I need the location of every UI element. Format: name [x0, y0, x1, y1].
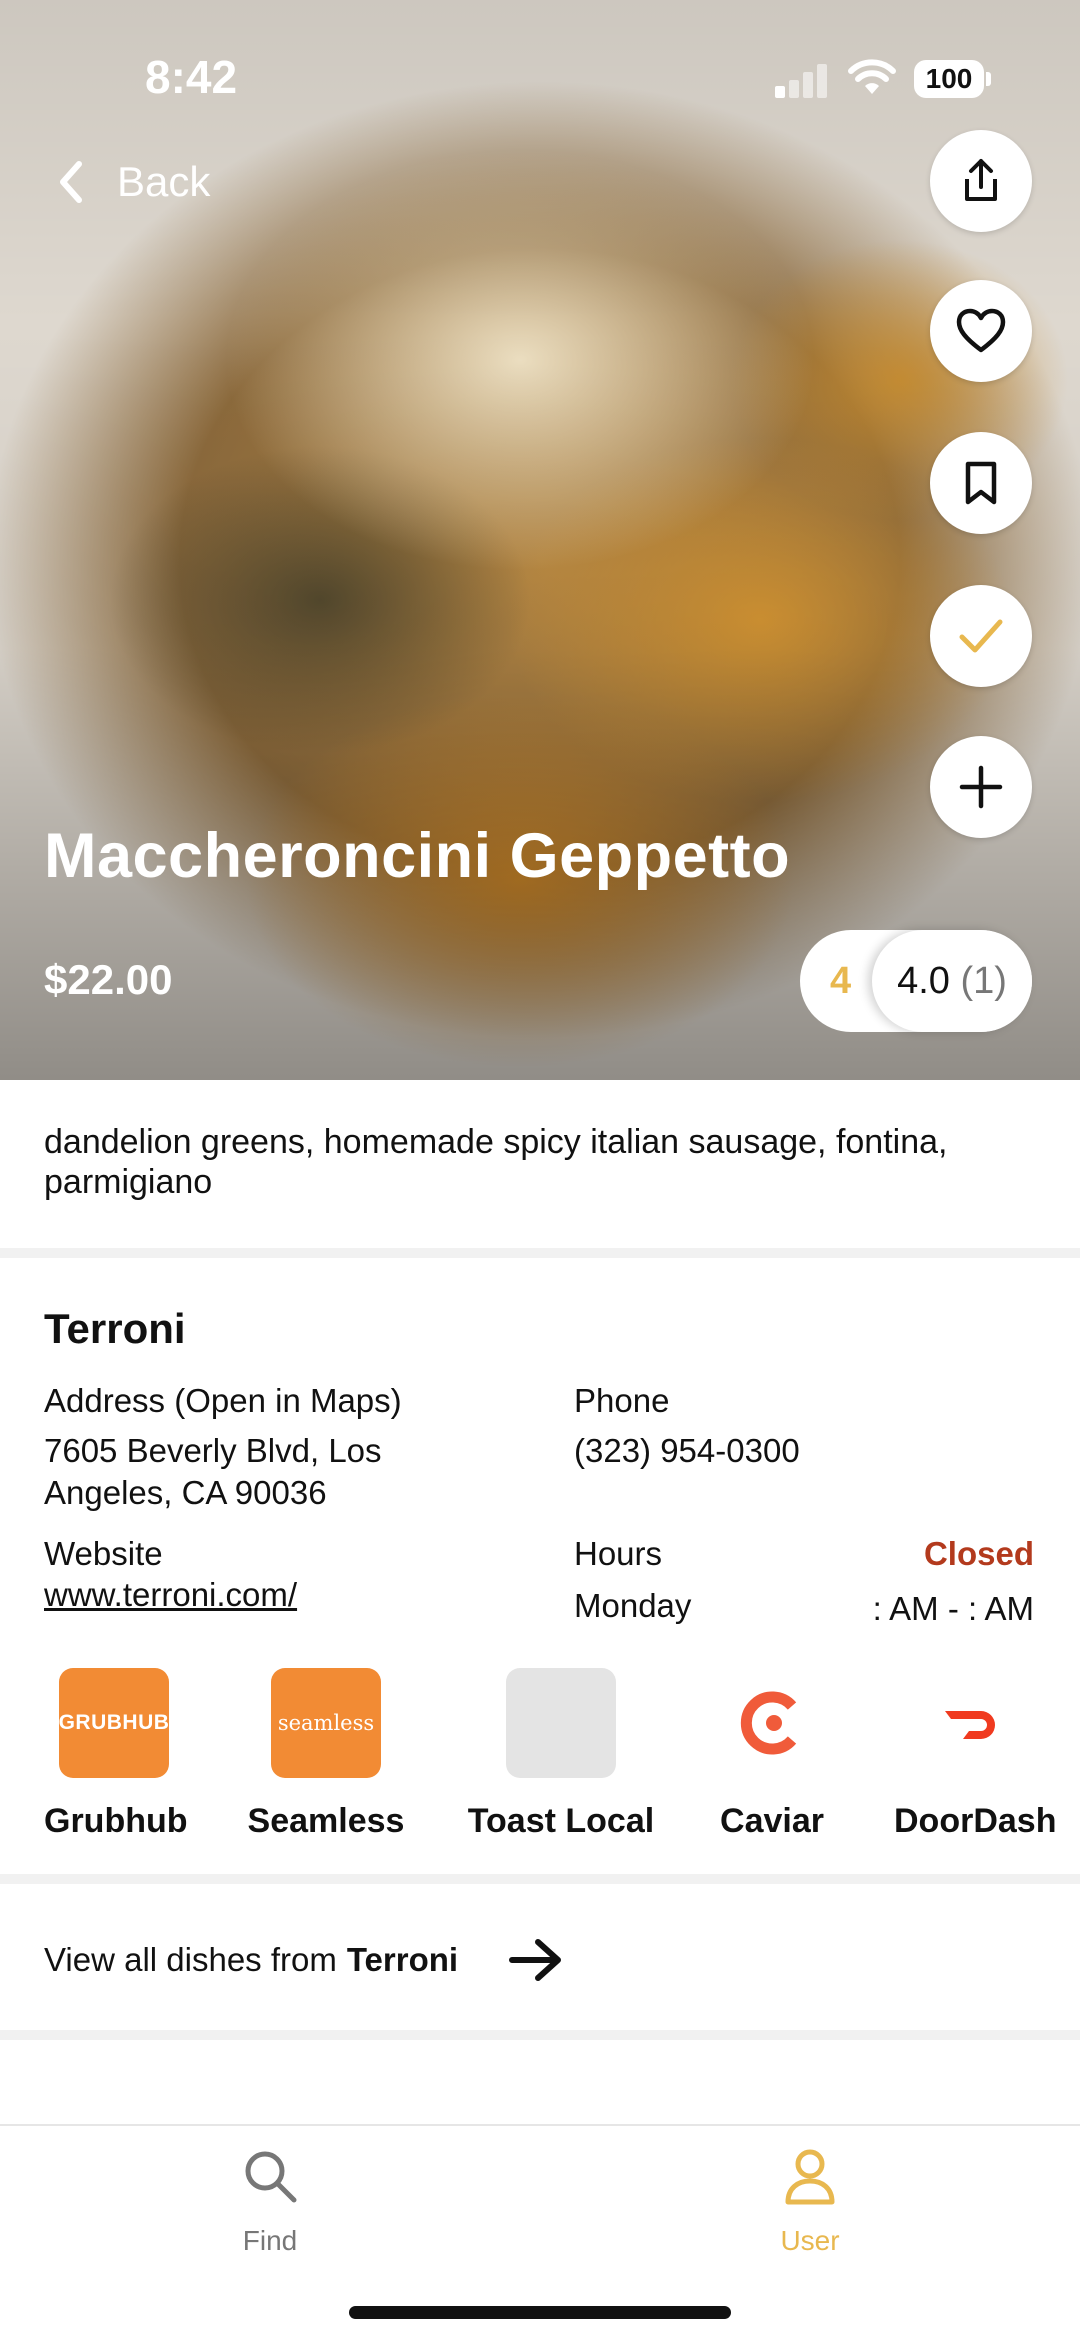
view-all-dishes-link[interactable]: View all dishes from Terroni: [44, 1936, 564, 1984]
bookmark-button[interactable]: [930, 432, 1032, 534]
plus-icon: [959, 765, 1003, 809]
service-label: Toast Local: [467, 1802, 655, 1840]
service-label: Grubhub: [44, 1802, 188, 1840]
website-label: Website: [44, 1535, 163, 1572]
service-doordash[interactable]: DoorDash: [888, 1668, 1080, 1848]
service-caviar[interactable]: Caviar: [710, 1668, 834, 1848]
tab-user[interactable]: User: [710, 2146, 910, 2257]
average-rating: 4.0 (1): [872, 930, 1032, 1032]
signal-icon: [775, 62, 829, 98]
check-icon: [959, 619, 1003, 653]
chevron-left-icon: [60, 161, 82, 203]
tab-find-label: Find: [242, 2225, 298, 2256]
website-link[interactable]: www.terroni.com/: [44, 1574, 297, 1616]
grubhub-logo-text: GRUBHUB: [58, 1711, 170, 1734]
hours-day: Monday: [574, 1587, 692, 1624]
tab-user-label: User: [780, 2225, 840, 2256]
grubhub-logo-icon: GRUBHUB: [59, 1668, 169, 1778]
wifi-icon: [848, 59, 896, 94]
service-label: DoorDash: [894, 1802, 1057, 1840]
dish-price: $22.00: [44, 956, 173, 1003]
share-button[interactable]: [930, 130, 1032, 232]
address-line-2[interactable]: Angeles, CA 90036: [44, 1472, 327, 1514]
user-rating: 4: [830, 960, 852, 1002]
user-icon: [785, 2149, 835, 2205]
seamless-logo-text: seamless: [277, 1711, 375, 1735]
status-time: 8:42: [145, 51, 238, 103]
status-bar: 8:42 100: [0, 0, 1080, 150]
service-grubhub[interactable]: GRUBHUB Grubhub: [44, 1668, 188, 1848]
share-icon: [965, 159, 997, 201]
phone-label: Phone: [574, 1382, 670, 1419]
section-divider: [0, 1874, 1080, 1884]
service-label: Caviar: [720, 1802, 824, 1840]
view-all-prefix: View all dishes from: [44, 1941, 337, 1978]
back-label: Back: [117, 158, 211, 205]
heart-icon: [956, 308, 1006, 353]
rating-count: (1): [960, 960, 1007, 1002]
search-icon: [245, 2151, 297, 2203]
tried-button[interactable]: [930, 585, 1032, 687]
rating-pill[interactable]: 4 4.0 (1): [800, 930, 1032, 1032]
caviar-logo-icon: [717, 1668, 827, 1778]
hours-time: : AM - : AM: [872, 1590, 1034, 1627]
service-label: Seamless: [247, 1802, 405, 1840]
phone-number[interactable]: (323) 954-0300: [574, 1430, 800, 1472]
battery-tip: [986, 72, 991, 86]
view-all-restaurant: Terroni: [346, 1941, 459, 1978]
address-label[interactable]: Address (Open in Maps): [44, 1382, 402, 1420]
add-button[interactable]: [930, 736, 1032, 838]
address-line-1[interactable]: 7605 Beverly Blvd, Los: [44, 1430, 382, 1472]
tab-find[interactable]: Find: [170, 2146, 370, 2257]
restaurant-name: Terroni: [44, 1305, 186, 1352]
favorite-button[interactable]: [930, 280, 1032, 382]
hours-status: Closed: [923, 1535, 1034, 1572]
seamless-logo-icon: seamless: [271, 1668, 381, 1778]
service-toast-local[interactable]: Toast Local: [466, 1668, 656, 1848]
dish-description: dandelion greens, homemade spicy italian…: [44, 1123, 948, 1201]
toast-local-logo-icon: [506, 1668, 616, 1778]
bookmark-icon: [965, 461, 997, 505]
hours-label: Hours: [574, 1535, 663, 1572]
service-seamless[interactable]: seamless Seamless: [246, 1668, 406, 1848]
section-divider: [0, 1248, 1080, 1258]
rating-average: 4.0: [897, 960, 950, 1002]
back-button[interactable]: Back: [55, 150, 210, 214]
arrow-right-icon: [509, 1939, 562, 1981]
dish-title: Maccheroncini Geppetto: [44, 821, 791, 891]
battery-indicator: 100: [914, 60, 984, 98]
section-divider: [0, 2030, 1080, 2040]
doordash-logo-icon: [918, 1668, 1028, 1778]
home-indicator: [349, 2306, 731, 2319]
